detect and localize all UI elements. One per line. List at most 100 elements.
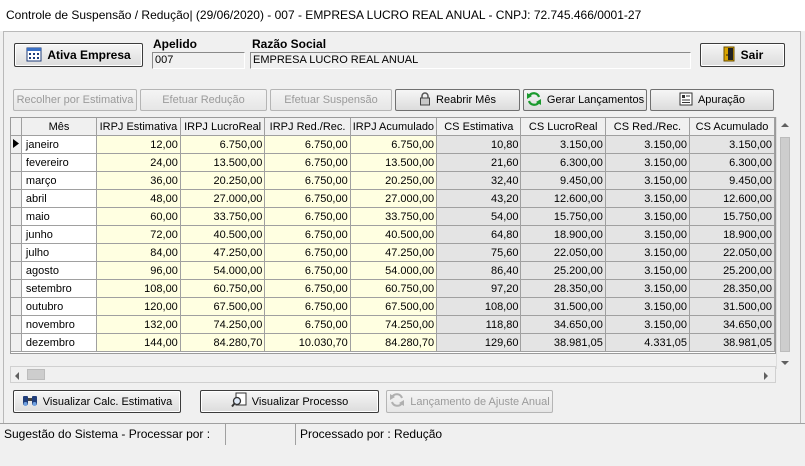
col-header-cs-acumulado[interactable]: CS Acumulado: [689, 118, 775, 136]
cell-value[interactable]: 28.350,00: [689, 279, 775, 298]
row-indicator[interactable]: [11, 261, 22, 280]
scroll-down-icon[interactable]: [781, 357, 789, 369]
cell-value[interactable]: 6.300,00: [689, 153, 775, 172]
scroll-up-icon[interactable]: [781, 119, 789, 131]
cell-value[interactable]: 27.000,00: [180, 189, 266, 208]
cell-value[interactable]: 24,00: [96, 153, 181, 172]
cell-value[interactable]: 84,00: [96, 243, 181, 262]
cell-mes[interactable]: agosto: [21, 261, 98, 280]
cell-value[interactable]: 40.500,00: [350, 225, 438, 244]
cell-value[interactable]: 22.050,00: [689, 243, 775, 262]
cell-mes[interactable]: março: [21, 171, 98, 190]
apuracao-button[interactable]: Apuração: [650, 89, 774, 111]
cell-value[interactable]: 60,00: [96, 207, 181, 226]
cell-value[interactable]: 4.331,05: [605, 333, 691, 352]
table-row[interactable]: abril 48,00 27.000,00 6.750,00 27.000,00 43,2…: [11, 189, 775, 208]
visualizar-processo-button[interactable]: Visualizar Processo: [200, 390, 379, 413]
cell-value[interactable]: 28.350,00: [520, 279, 606, 298]
cell-value[interactable]: 6.750,00: [264, 261, 351, 280]
cell-value[interactable]: 6.750,00: [264, 135, 351, 154]
cell-value[interactable]: 18.900,00: [689, 225, 775, 244]
cell-value[interactable]: 47.250,00: [180, 243, 266, 262]
col-header-irpj-acumulado[interactable]: IRPJ Acumulado: [350, 118, 438, 136]
recolher-estimativa-button[interactable]: Recolher por Estimativa: [13, 89, 137, 111]
cell-value[interactable]: 60.750,00: [350, 279, 438, 298]
cell-value[interactable]: 12.600,00: [689, 189, 775, 208]
row-indicator[interactable]: [11, 171, 22, 190]
vertical-scroll-thumb[interactable]: [780, 137, 790, 352]
cell-value[interactable]: 12,00: [96, 135, 181, 154]
ativa-empresa-button[interactable]: Ativa Empresa: [14, 43, 143, 67]
cell-value[interactable]: 12.600,00: [520, 189, 606, 208]
cell-value[interactable]: 15.750,00: [520, 207, 606, 226]
table-row[interactable]: janeiro 12,00 6.750,00 6.750,00 6.750,00 10,8…: [11, 135, 775, 154]
table-row[interactable]: agosto 96,00 54.000,00 6.750,00 54.000,00 86,…: [11, 261, 775, 280]
cell-value[interactable]: 25.200,00: [520, 261, 606, 280]
cell-value[interactable]: 3.150,00: [605, 189, 691, 208]
gerar-lancamentos-button[interactable]: Gerar Lançamentos: [523, 89, 647, 111]
cell-value[interactable]: 108,00: [96, 279, 181, 298]
cell-value[interactable]: 54.000,00: [180, 261, 266, 280]
cell-value[interactable]: 97,20: [436, 279, 522, 298]
col-header-cs-lucroreal[interactable]: CS LucroReal: [520, 118, 606, 136]
cell-mes[interactable]: abril: [21, 189, 98, 208]
cell-value[interactable]: 64,80: [436, 225, 522, 244]
row-indicator[interactable]: [11, 279, 22, 298]
cell-value[interactable]: 38.981,05: [689, 333, 775, 352]
cell-value[interactable]: 3.150,00: [605, 297, 691, 316]
lancamento-ajuste-anual-button[interactable]: Lançamento de Ajuste Anual: [386, 390, 553, 413]
cell-value[interactable]: 6.750,00: [180, 135, 266, 154]
cell-value[interactable]: 75,60: [436, 243, 522, 262]
cell-value[interactable]: 84.280,70: [180, 333, 266, 352]
cell-value[interactable]: 84.280,70: [350, 333, 438, 352]
cell-value[interactable]: 3.150,00: [605, 171, 691, 190]
cell-value[interactable]: 86,40: [436, 261, 522, 280]
cell-mes[interactable]: junho: [21, 225, 98, 244]
col-header-irpj-estimativa[interactable]: IRPJ Estimativa: [96, 118, 181, 136]
cell-value[interactable]: 108,00: [436, 297, 522, 316]
table-row[interactable]: fevereiro 24,00 13.500,00 6.750,00 13.500,00…: [11, 153, 775, 172]
table-row[interactable]: setembro 108,00 60.750,00 6.750,00 60.750,00…: [11, 279, 775, 298]
cell-value[interactable]: 3.150,00: [605, 279, 691, 298]
cell-value[interactable]: 3.150,00: [689, 135, 775, 154]
cell-value[interactable]: 21,60: [436, 153, 522, 172]
cell-value[interactable]: 32,40: [436, 171, 522, 190]
col-header-irpj-lucroreal[interactable]: IRPJ LucroReal: [180, 118, 266, 136]
cell-value[interactable]: 3.150,00: [605, 315, 691, 334]
col-header-mes[interactable]: Mês: [21, 118, 98, 136]
table-row[interactable]: novembro 132,00 74.250,00 6.750,00 74.250,00…: [11, 315, 775, 334]
cell-value[interactable]: 3.150,00: [605, 135, 691, 154]
table-row[interactable]: junho 72,00 40.500,00 6.750,00 40.500,00 64,8…: [11, 225, 775, 244]
table-row[interactable]: março 36,00 20.250,00 6.750,00 20.250,00 32,4…: [11, 171, 775, 190]
razao-social-field[interactable]: EMPRESA LUCRO REAL ANUAL: [250, 52, 691, 69]
cell-value[interactable]: 96,00: [96, 261, 181, 280]
cell-value[interactable]: 40.500,00: [180, 225, 266, 244]
reabrir-mes-button[interactable]: Reabrir Mês: [395, 89, 520, 111]
cell-value[interactable]: 10,80: [436, 135, 522, 154]
cell-value[interactable]: 72,00: [96, 225, 181, 244]
cell-value[interactable]: 6.750,00: [264, 153, 351, 172]
cell-mes[interactable]: setembro: [21, 279, 98, 298]
cell-value[interactable]: 3.150,00: [520, 135, 606, 154]
row-indicator[interactable]: [11, 315, 22, 334]
table-row[interactable]: maio 60,00 33.750,00 6.750,00 33.750,00 54,00…: [11, 207, 775, 226]
apelido-field[interactable]: 007: [152, 52, 245, 69]
scroll-right-icon[interactable]: [763, 371, 769, 383]
sair-button[interactable]: Sair: [700, 43, 785, 67]
row-indicator[interactable]: [11, 135, 22, 154]
cell-value[interactable]: 3.150,00: [605, 153, 691, 172]
cell-value[interactable]: 34.650,00: [520, 315, 606, 334]
cell-value[interactable]: 74.250,00: [350, 315, 438, 334]
cell-value[interactable]: 36,00: [96, 171, 181, 190]
cell-mes[interactable]: outubro: [21, 297, 98, 316]
cell-value[interactable]: 18.900,00: [520, 225, 606, 244]
cell-value[interactable]: 67.500,00: [180, 297, 266, 316]
cell-value[interactable]: 47.250,00: [350, 243, 438, 262]
cell-value[interactable]: 74.250,00: [180, 315, 266, 334]
cell-value[interactable]: 9.450,00: [520, 171, 606, 190]
cell-value[interactable]: 129,60: [436, 333, 522, 352]
cell-value[interactable]: 6.750,00: [264, 207, 351, 226]
table-row[interactable]: julho 84,00 47.250,00 6.750,00 47.250,00 75,6…: [11, 243, 775, 262]
cell-mes[interactable]: dezembro: [21, 333, 98, 352]
scroll-left-icon[interactable]: [14, 371, 20, 383]
